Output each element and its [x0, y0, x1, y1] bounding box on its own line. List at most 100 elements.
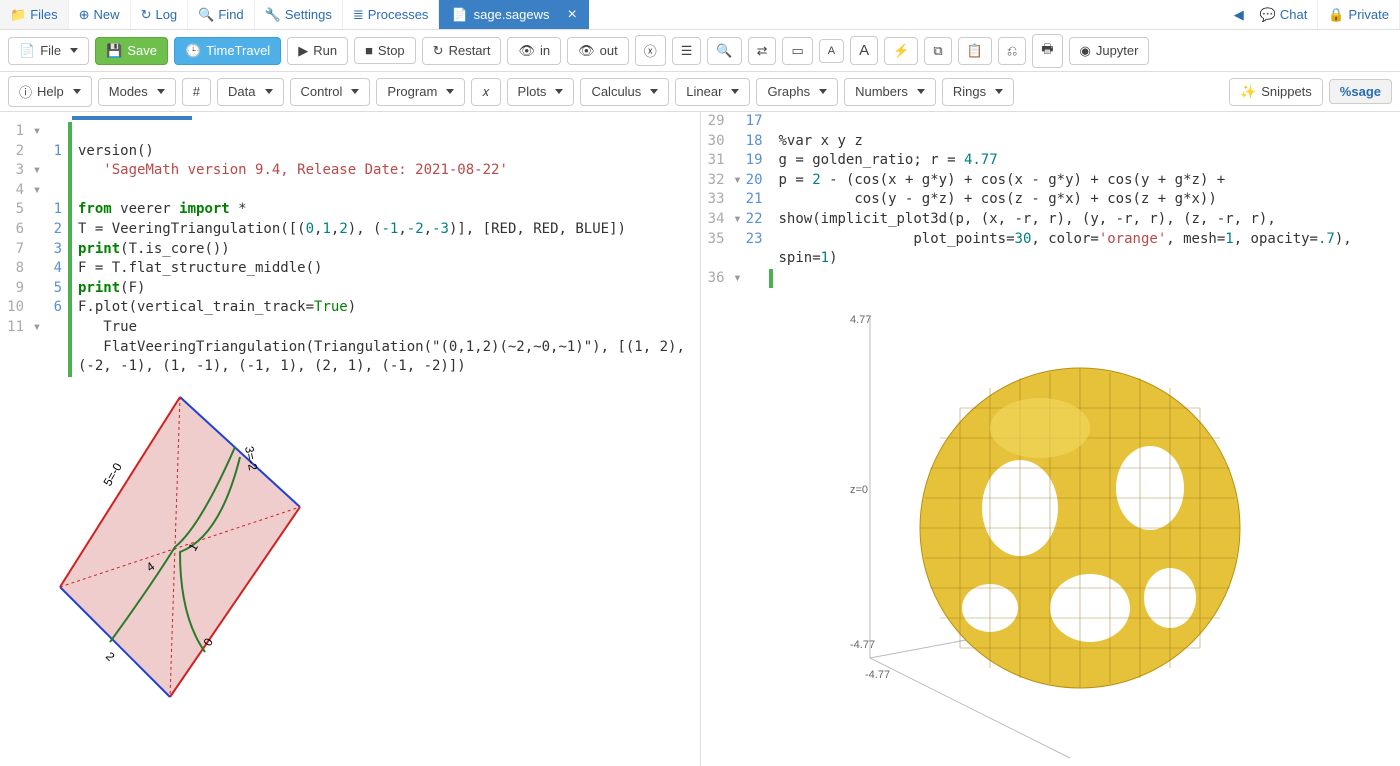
nav-new[interactable]: ⊕New: [69, 0, 131, 29]
menu-program[interactable]: Program: [376, 78, 465, 106]
menu-graphs[interactable]: Graphs: [756, 78, 838, 106]
code-line[interactable]: 32▾20p = 2 - (cos(x + g*y) + cos(x - g*y…: [701, 171, 1400, 191]
fold-toggle[interactable]: ▾: [30, 318, 44, 338]
code-line[interactable]: 21version(): [0, 142, 700, 162]
cell-bar: [769, 171, 773, 191]
code-line[interactable]: 3018%var x y z: [701, 132, 1400, 152]
code-line[interactable]: FlatVeeringTriangulation(Triangulation("…: [0, 338, 700, 377]
sub-line-number: 2: [44, 220, 68, 240]
jupyter-button[interactable]: ◉ Jupyter: [1069, 37, 1150, 65]
bolt-button[interactable]: ⚡: [884, 37, 918, 65]
fold-toggle: [30, 220, 44, 240]
fold-toggle[interactable]: ▾: [731, 171, 745, 191]
fold-toggle: [30, 298, 44, 318]
cell-bar: [769, 230, 773, 269]
code-line[interactable]: 2917: [701, 112, 1400, 132]
nav-settings[interactable]: 🔧Settings: [255, 0, 343, 29]
timetravel-button[interactable]: 🕒 TimeTravel: [174, 37, 281, 65]
undo-button[interactable]: ⎌: [998, 37, 1026, 65]
fold-toggle[interactable]: ▾: [731, 210, 745, 230]
fold-toggle[interactable]: ▾: [30, 181, 44, 201]
help-menu[interactable]: ⓘ Help: [8, 76, 92, 107]
left-plot-output: 5=-0 3=-2 4 1 2 0: [50, 387, 700, 707]
file-menu-button[interactable]: 📄 File: [8, 37, 89, 65]
menu-numbers[interactable]: Numbers: [844, 78, 936, 106]
layout-button[interactable]: ▭: [782, 37, 812, 65]
cell-bar: [68, 318, 72, 338]
line-number: 32: [701, 171, 731, 191]
stop-button[interactable]: ■ Stop: [354, 37, 416, 64]
code-line[interactable]: 3321 cos(y - g*z) + cos(z - g*x) + cos(z…: [701, 190, 1400, 210]
code-line[interactable]: 62T = VeeringTriangulation([(0,1,2), (-1…: [0, 220, 700, 240]
code-line[interactable]: 106F.plot(vertical_train_track=True): [0, 298, 700, 318]
back-icon[interactable]: ◀: [1228, 0, 1250, 29]
axis-low2-label: -4.77: [865, 669, 890, 681]
code-line[interactable]: 36▾: [701, 269, 1400, 289]
right-pane[interactable]: 29173018%var x y z3119g = golden_ratio; …: [701, 112, 1400, 766]
line-number: 7: [0, 240, 30, 260]
nav-private[interactable]: 🔒Private: [1318, 0, 1400, 29]
code-line[interactable]: 3523 plot_points=30, color='orange', mes…: [701, 230, 1400, 269]
paste-button[interactable]: 📋: [958, 37, 992, 65]
nav-files[interactable]: 📁Files: [0, 0, 69, 29]
mode-indicator[interactable]: %sage: [1329, 79, 1392, 104]
fold-toggle[interactable]: ▾: [30, 161, 44, 181]
clear-button[interactable]: ⓧ: [635, 35, 666, 66]
menu-#[interactable]: #: [182, 78, 211, 106]
code-line[interactable]: 73print(T.is_core()): [0, 240, 700, 260]
menu-control[interactable]: Control: [290, 78, 371, 106]
code-line[interactable]: 84F = T.flat_structure_middle(): [0, 259, 700, 279]
sub-line-number: 1: [44, 142, 68, 162]
menu-data[interactable]: Data: [217, 78, 283, 106]
indent-button[interactable]: ☰: [672, 37, 702, 65]
reload-icon: ↻: [141, 7, 152, 23]
code-line[interactable]: 1▾: [0, 122, 700, 142]
zoom-button[interactable]: 🔍: [707, 37, 741, 65]
fold-toggle[interactable]: ▾: [30, 122, 44, 142]
out-button[interactable]: 👁 out: [567, 37, 629, 65]
menu-calculus[interactable]: Calculus: [580, 78, 669, 106]
code-text: print(F): [78, 279, 700, 299]
restart-button[interactable]: ↻ Restart: [422, 37, 502, 65]
font-large-button[interactable]: A: [850, 36, 878, 65]
copy-button[interactable]: ⧉: [924, 37, 951, 65]
chat-icon: 💬: [1260, 7, 1276, 23]
code-text: version(): [78, 142, 700, 162]
fold-toggle: [731, 132, 745, 152]
left-pane[interactable]: 1▾ 2 1 version()3▾ 'SageMath version 9.4, R…: [0, 112, 701, 766]
close-icon[interactable]: ×: [568, 6, 577, 24]
nav-find[interactable]: 🔍Find: [188, 0, 254, 29]
cell-bar: [769, 112, 773, 132]
nav-chat[interactable]: 💬Chat: [1250, 0, 1319, 29]
code-line[interactable]: 51from veerer import *: [0, 200, 700, 220]
in-button[interactable]: 👁 in: [507, 37, 561, 65]
run-button[interactable]: ▶ Run: [287, 37, 348, 65]
nav-log[interactable]: ↻Log: [131, 0, 189, 29]
print-button[interactable]: 🖶: [1032, 34, 1062, 68]
line-number: [0, 338, 30, 377]
svg-text:5=-0: 5=-0: [100, 460, 124, 488]
font-small-button[interactable]: A: [819, 39, 844, 63]
save-button[interactable]: 💾 Save: [95, 37, 168, 65]
menu-modes[interactable]: Modes: [98, 78, 176, 106]
sub-line-number: [44, 318, 68, 338]
nav-label: Settings: [285, 7, 332, 22]
menu-linear[interactable]: Linear: [675, 78, 750, 106]
swap-button[interactable]: ⇄: [748, 37, 777, 65]
snippets-button[interactable]: ✨ Snippets: [1229, 78, 1323, 106]
code-line[interactable]: 11▾ True: [0, 318, 700, 338]
sub-line-number: 3: [44, 240, 68, 260]
fold-toggle[interactable]: ▾: [731, 269, 745, 289]
menu-rings[interactable]: Rings: [942, 78, 1014, 106]
code-line[interactable]: 3▾ 'SageMath version 9.4, Release Date: …: [0, 161, 700, 181]
code-line[interactable]: 95print(F): [0, 279, 700, 299]
code-line[interactable]: 34▾22show(implicit_plot3d(p, (x, -r, r),…: [701, 210, 1400, 230]
code-line[interactable]: 3119g = golden_ratio; r = 4.77: [701, 151, 1400, 171]
active-file-tab[interactable]: 📄 sage.sagews ×: [439, 0, 588, 29]
cell-bar: [769, 210, 773, 230]
code-line[interactable]: 4▾: [0, 181, 700, 201]
nav-processes[interactable]: ≣Processes: [343, 0, 440, 29]
menu-plots[interactable]: Plots: [507, 78, 575, 106]
menu-𝑥[interactable]: 𝑥: [471, 78, 500, 106]
fold-toggle: [30, 200, 44, 220]
